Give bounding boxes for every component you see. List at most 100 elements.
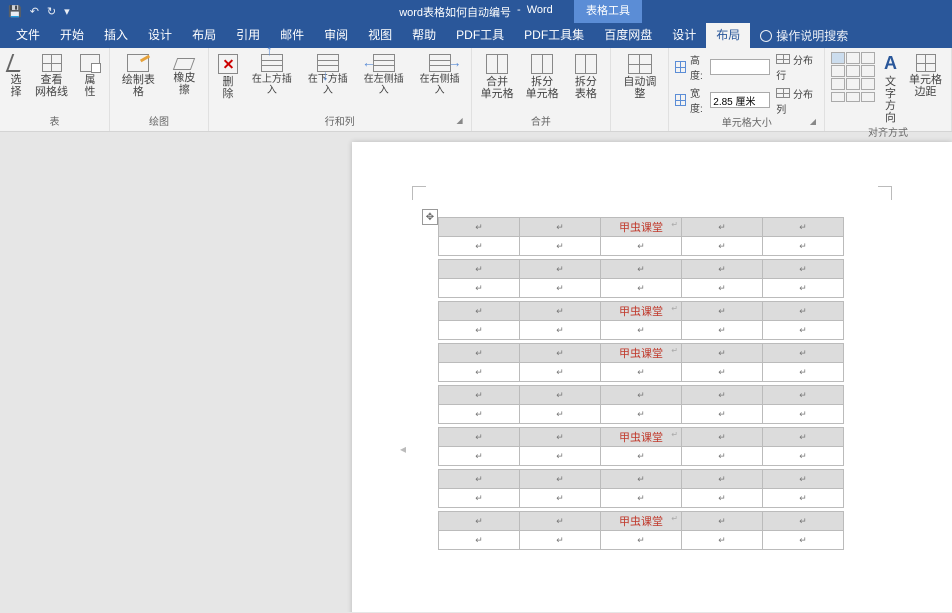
tab-insert[interactable]: 插入 (94, 23, 138, 48)
table-cell[interactable]: ↵ (763, 302, 844, 321)
eraser-button[interactable]: 橡皮擦 (167, 52, 202, 98)
table-cell[interactable]: ↵ (601, 447, 682, 466)
split-cells-button[interactable]: 拆分 单元格 (523, 52, 562, 102)
tab-table-layout[interactable]: 布局 (706, 23, 750, 48)
tell-me[interactable]: 操作说明搜索 (750, 27, 848, 44)
table-cell[interactable]: ↵ (682, 321, 763, 340)
cell-margins-button[interactable]: 单元格 边距 (906, 52, 945, 100)
table-cell[interactable]: ↵ (439, 405, 520, 424)
table-row[interactable]: ↵↵甲虫课堂↵↵↵ (439, 344, 844, 363)
tab-file[interactable]: 文件 (6, 23, 50, 48)
table-cell[interactable]: ↵ (682, 260, 763, 279)
table-cell[interactable]: ↵ (682, 512, 763, 531)
table-cell[interactable]: ↵ (520, 302, 601, 321)
tab-layout[interactable]: 布局 (182, 23, 226, 48)
table-cell[interactable]: ↵ (682, 363, 763, 382)
autofit-button[interactable]: 自动调整 (617, 52, 662, 102)
table-cell[interactable]: ↵ (763, 344, 844, 363)
table-cell[interactable]: ↵ (520, 470, 601, 489)
rc-launcher-icon[interactable]: ◢ (456, 113, 462, 129)
table-move-handle[interactable]: ✥ (422, 209, 438, 225)
table-row[interactable]: ↵↵↵↵↵ (439, 279, 844, 298)
table-row[interactable]: ↵↵甲虫课堂↵↵↵ (439, 302, 844, 321)
insert-below-button[interactable]: ↓ 在下方插入 (303, 52, 353, 98)
table-cell[interactable]: ↵ (682, 405, 763, 424)
width-input[interactable] (710, 92, 770, 108)
alignment-row[interactable] (831, 92, 875, 102)
table-cell[interactable]: ↵ (520, 428, 601, 447)
table-cell[interactable]: ↵ (520, 344, 601, 363)
table-cell[interactable]: ↵ (520, 386, 601, 405)
tab-review[interactable]: 审阅 (314, 23, 358, 48)
table-row[interactable]: ↵↵↵↵↵ (439, 386, 844, 405)
distribute-rows-button[interactable]: 分布行 (776, 52, 818, 82)
table-cell[interactable]: ↵ (439, 302, 520, 321)
table-cell[interactable]: ↵ (439, 470, 520, 489)
size-launcher-icon[interactable]: ◢ (810, 114, 816, 130)
table-cell[interactable]: ↵ (439, 386, 520, 405)
table-cell[interactable]: ↵ (763, 237, 844, 256)
table-cell[interactable]: ↵ (439, 237, 520, 256)
page[interactable]: ✥ ◂ ↵↵甲虫课堂↵↵↵↵↵↵↵↵↵↵↵↵↵↵↵↵↵↵↵↵甲虫课堂↵↵↵↵↵↵… (352, 142, 952, 612)
table-row[interactable]: ↵↵甲虫课堂↵↵↵ (439, 512, 844, 531)
table-cell[interactable]: ↵ (763, 321, 844, 340)
table-cell[interactable]: ↵ (601, 405, 682, 424)
table-cell[interactable]: ↵ (601, 321, 682, 340)
table-cell[interactable]: ↵ (520, 218, 601, 237)
table-cell[interactable]: ↵ (520, 363, 601, 382)
table-cell[interactable]: ↵ (763, 405, 844, 424)
table-cell[interactable]: 甲虫课堂↵ (601, 302, 682, 321)
table-cell[interactable]: ↵ (520, 447, 601, 466)
table-row[interactable]: ↵↵甲虫课堂↵↵↵ (439, 218, 844, 237)
tab-mailings[interactable]: 邮件 (270, 23, 314, 48)
tab-design[interactable]: 设计 (138, 23, 182, 48)
text-direction-button[interactable]: A 文字方向 (881, 52, 900, 126)
table-cell[interactable]: ↵ (682, 447, 763, 466)
table-cell[interactable]: ↵ (439, 531, 520, 550)
insert-left-button[interactable]: ← 在左侧插入 (359, 52, 409, 98)
table-cell[interactable]: ↵ (682, 279, 763, 298)
table-cell[interactable]: ↵ (601, 386, 682, 405)
table-cell[interactable]: 甲虫课堂↵ (601, 428, 682, 447)
table-cell[interactable]: ↵ (763, 447, 844, 466)
split-table-button[interactable]: 拆分表格 (568, 52, 605, 102)
table-cell[interactable]: 甲虫课堂↵ (601, 512, 682, 531)
view-gridlines-button[interactable]: 查看 网格线 (32, 52, 71, 100)
draw-table-button[interactable]: 绘制表格 (116, 52, 161, 100)
table-cell[interactable]: ↵ (682, 428, 763, 447)
table-cell[interactable]: ↵ (601, 470, 682, 489)
table-cell[interactable]: ↵ (763, 260, 844, 279)
table-cell[interactable]: ↵ (682, 470, 763, 489)
table-row[interactable]: ↵↵↵↵↵ (439, 237, 844, 256)
distribute-cols-button[interactable]: 分布列 (776, 86, 818, 116)
insert-right-button[interactable]: → 在右侧插入 (415, 52, 465, 98)
table-cell[interactable]: ↵ (439, 447, 520, 466)
table-cell[interactable]: ↵ (520, 512, 601, 531)
table-row[interactable]: ↵↵↵↵↵ (439, 531, 844, 550)
table-cell[interactable]: ↵ (763, 489, 844, 508)
table-cell[interactable]: ↵ (601, 531, 682, 550)
table-cell[interactable]: ↵ (763, 363, 844, 382)
table-cell[interactable]: ↵ (682, 302, 763, 321)
table-cell[interactable]: ↵ (439, 363, 520, 382)
tab-baidu[interactable]: 百度网盘 (594, 23, 662, 48)
insert-above-button[interactable]: ↑ 在上方插入 (247, 52, 297, 98)
properties-button[interactable]: 属性 (77, 52, 103, 100)
height-input[interactable] (710, 59, 770, 75)
table-cell[interactable]: 甲虫课堂↵ (601, 344, 682, 363)
table-cell[interactable]: ↵ (439, 218, 520, 237)
table-cell[interactable]: ↵ (682, 344, 763, 363)
table-cell[interactable]: ↵ (601, 489, 682, 508)
table-cell[interactable]: ↵ (520, 321, 601, 340)
table-cell[interactable]: ↵ (520, 237, 601, 256)
tab-home[interactable]: 开始 (50, 23, 94, 48)
qat-more-icon[interactable]: ▾ (64, 5, 70, 18)
table-cell[interactable]: ↵ (439, 344, 520, 363)
redo-icon[interactable]: ↻ (47, 5, 56, 18)
table-cell[interactable]: ↵ (520, 279, 601, 298)
table-cell[interactable]: ↵ (439, 321, 520, 340)
delete-button[interactable]: 删除 (215, 52, 241, 102)
table-row[interactable]: ↵↵↵↵↵ (439, 447, 844, 466)
table-cell[interactable]: ↵ (763, 531, 844, 550)
undo-icon[interactable]: ↶ (30, 5, 39, 18)
